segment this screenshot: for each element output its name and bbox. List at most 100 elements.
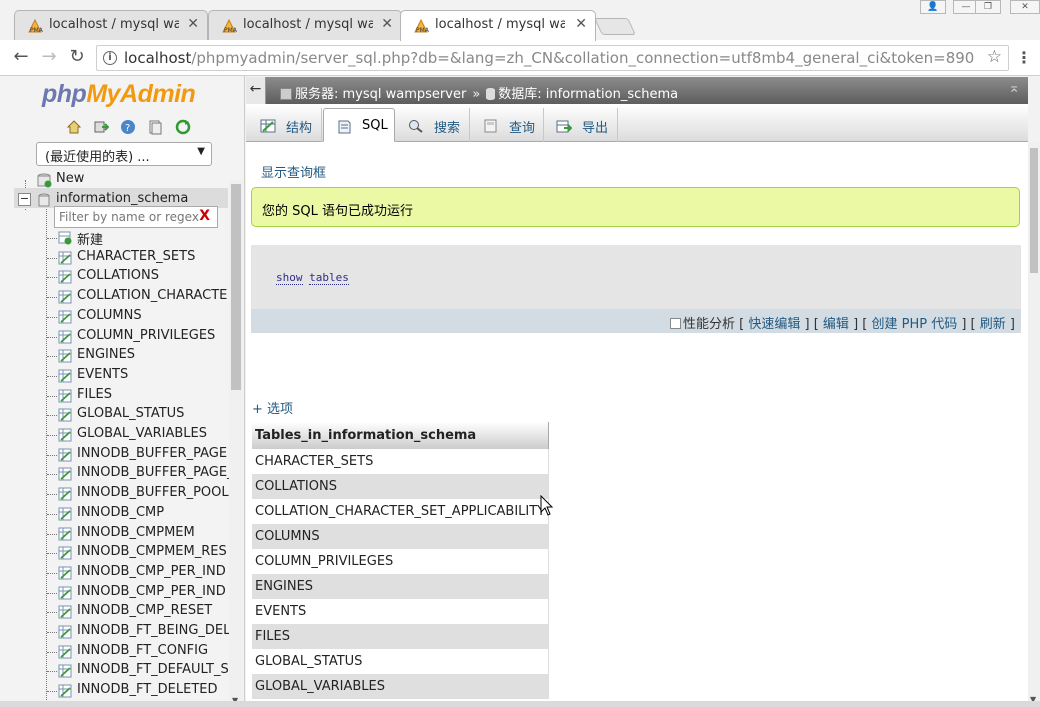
tree-table-label[interactable]: COLLATION_CHARACTE (77, 288, 227, 303)
url-text[interactable]: localhost/phpmyadmin/server_sql.php?db=&… (124, 49, 974, 67)
tree-item-new-table[interactable]: 新建 (0, 228, 229, 248)
table-row[interactable]: ENGINES (252, 574, 550, 599)
breadcrumb-server[interactable]: 服务器: mysql wampserver (295, 87, 466, 102)
horizontal-scrollbar[interactable] (0, 701, 1040, 707)
logout-icon[interactable] (93, 119, 110, 135)
user-profile-icon[interactable]: 👤 (920, 0, 946, 14)
maximize-icon[interactable]: ❐ (975, 0, 1001, 14)
tree-item-table[interactable]: GLOBAL_STATUS (0, 405, 229, 425)
pma-logo[interactable]: phpMyAdmin (42, 80, 196, 109)
sql-keyword-tables[interactable]: tables (309, 271, 349, 285)
profiling-checkbox[interactable] (670, 318, 681, 329)
table-icon[interactable] (58, 586, 72, 600)
table-icon[interactable] (58, 290, 72, 304)
tree-table-label[interactable]: GLOBAL_VARIABLES (77, 426, 207, 441)
nav-scrollbar-thumb[interactable] (231, 184, 241, 390)
table-icon[interactable] (58, 467, 72, 481)
table-icon[interactable] (58, 546, 72, 560)
tree-item-table[interactable]: INNODB_CMPMEM (0, 524, 229, 544)
table-icon[interactable] (58, 330, 72, 344)
breadcrumb-database[interactable]: 数据库: information_schema (498, 87, 678, 102)
table-icon[interactable] (58, 428, 72, 442)
tree-item-table[interactable]: INNODB_CMP (0, 504, 229, 524)
table-icon[interactable] (58, 566, 72, 580)
tree-table-label[interactable]: INNODB_FT_DEFAULT_S (77, 662, 229, 677)
quick-edit-link[interactable]: 快速编辑 (748, 317, 800, 332)
table-icon[interactable] (58, 645, 72, 659)
table-row[interactable]: EVENTS (252, 599, 550, 624)
tree-item-table[interactable]: INNODB_FT_DELETED (0, 681, 229, 701)
tab-search[interactable]: 搜索 (396, 108, 470, 142)
tab-query[interactable]: 查询 (471, 108, 544, 142)
tree-table-label[interactable]: INNODB_CMPMEM (77, 525, 195, 540)
tree-table-label[interactable]: INNODB_CMPMEM_RES (77, 544, 227, 559)
edit-link[interactable]: 编辑 (823, 317, 849, 332)
browser-menu-icon[interactable]: ⋮ (1016, 48, 1032, 67)
table-icon[interactable] (58, 605, 72, 619)
tree-table-label[interactable]: EVENTS (77, 367, 128, 382)
table-icon[interactable] (58, 310, 72, 324)
tab-sql[interactable]: SQL (323, 108, 395, 142)
address-bar[interactable]: i localhost/phpmyadmin/server_sql.php?db… (96, 45, 1009, 71)
tree-table-label[interactable]: FILES (77, 387, 112, 402)
tree-table-label[interactable]: INNODB_BUFFER_PAGE_ (77, 465, 229, 480)
collapse-nav-icon[interactable]: ← (246, 77, 266, 104)
table-icon[interactable] (58, 527, 72, 541)
tree-table-label[interactable]: CHARACTER_SETS (77, 249, 195, 264)
tree-item-table[interactable]: ENGINES (0, 346, 229, 366)
table-row[interactable]: GLOBAL_VARIABLES (252, 674, 550, 699)
table-row[interactable]: COLLATIONS (252, 474, 550, 499)
sql-keyword-show[interactable]: show (276, 271, 303, 285)
back-arrow-icon[interactable]: ← (10, 47, 32, 69)
help-icon[interactable]: ? (120, 119, 136, 135)
reload-nav-icon[interactable] (175, 119, 191, 135)
tree-item-table[interactable]: INNODB_FT_BEING_DEL (0, 622, 229, 642)
show-query-box-link[interactable]: 显示查询框 (261, 162, 326, 181)
tree-table-label[interactable]: INNODB_FT_CONFIG (77, 643, 208, 658)
site-info-icon[interactable]: i (103, 51, 117, 65)
bookmark-star-icon[interactable]: ☆ (987, 47, 1002, 67)
tree-table-label[interactable]: ENGINES (77, 347, 135, 362)
table-row[interactable]: CHARACTER_SETS (252, 449, 550, 474)
tree-item-table[interactable]: INNODB_BUFFER_PAGE_ (0, 464, 229, 484)
close-window-icon[interactable]: ✕ (1010, 0, 1040, 14)
collapse-icon[interactable]: − (18, 193, 31, 206)
table-row[interactable]: COLUMN_PRIVILEGES (252, 549, 550, 574)
table-icon[interactable] (58, 349, 72, 363)
tree-table-label[interactable]: INNODB_CMP_PER_IND (77, 584, 226, 599)
tree-item-table[interactable]: INNODB_CMP_PER_IND (0, 583, 229, 603)
tree-table-label[interactable]: GLOBAL_STATUS (77, 406, 184, 421)
tree-item-table[interactable]: FILES (0, 386, 229, 406)
main-scrollbar-thumb[interactable] (1030, 148, 1038, 273)
main-scrollbar[interactable]: ▼ (1028, 142, 1040, 707)
tree-table-label[interactable]: COLUMNS (77, 308, 142, 323)
tree-table-label[interactable]: INNODB_BUFFER_PAGE (77, 446, 227, 461)
refresh-link[interactable]: 刷新 (980, 317, 1006, 332)
create-php-link[interactable]: 创建 PHP 代码 (871, 317, 957, 332)
recent-tables-select[interactable]: (最近使用的表) ... ▼ (36, 142, 212, 166)
table-row[interactable]: GLOBAL_STATUS (252, 649, 550, 674)
table-filter-input[interactable]: Filter by name or regex X (54, 206, 218, 228)
table-row[interactable]: COLUMNS (252, 524, 550, 549)
tree-item-table[interactable]: INNODB_CMPMEM_RES (0, 543, 229, 563)
close-tab-icon[interactable]: ✕ (187, 16, 199, 32)
tree-table-label[interactable]: INNODB_FT_BEING_DEL (77, 623, 229, 638)
tree-item-table[interactable]: GLOBAL_VARIABLES (0, 425, 229, 445)
clear-filter-icon[interactable]: X (199, 208, 210, 224)
tree-item-table[interactable]: INNODB_CMP_RESET (0, 602, 229, 622)
tree-table-label[interactable]: INNODB_CMP_RESET (77, 603, 212, 618)
browser-tab-3[interactable]: PMA localhost / mysql wamp ✕ (400, 10, 596, 41)
tree-table-label[interactable]: COLLATIONS (77, 268, 159, 283)
table-icon[interactable] (58, 684, 72, 698)
new-tab-button[interactable] (594, 18, 636, 35)
docs-icon[interactable] (147, 119, 163, 135)
tree-item-new[interactable]: New (0, 170, 229, 190)
tree-table-label[interactable]: COLUMN_PRIVILEGES (77, 328, 215, 343)
tree-table-label[interactable]: INNODB_BUFFER_POOL (77, 485, 229, 500)
tree-item-table[interactable]: EVENTS (0, 366, 229, 386)
tree-item-table[interactable]: COLLATIONS (0, 267, 229, 287)
table-icon[interactable] (58, 251, 72, 265)
tree-item-table[interactable]: INNODB_FT_CONFIG (0, 642, 229, 662)
tree-table-label[interactable]: INNODB_FT_DELETED (77, 682, 217, 697)
home-icon[interactable] (66, 119, 82, 135)
